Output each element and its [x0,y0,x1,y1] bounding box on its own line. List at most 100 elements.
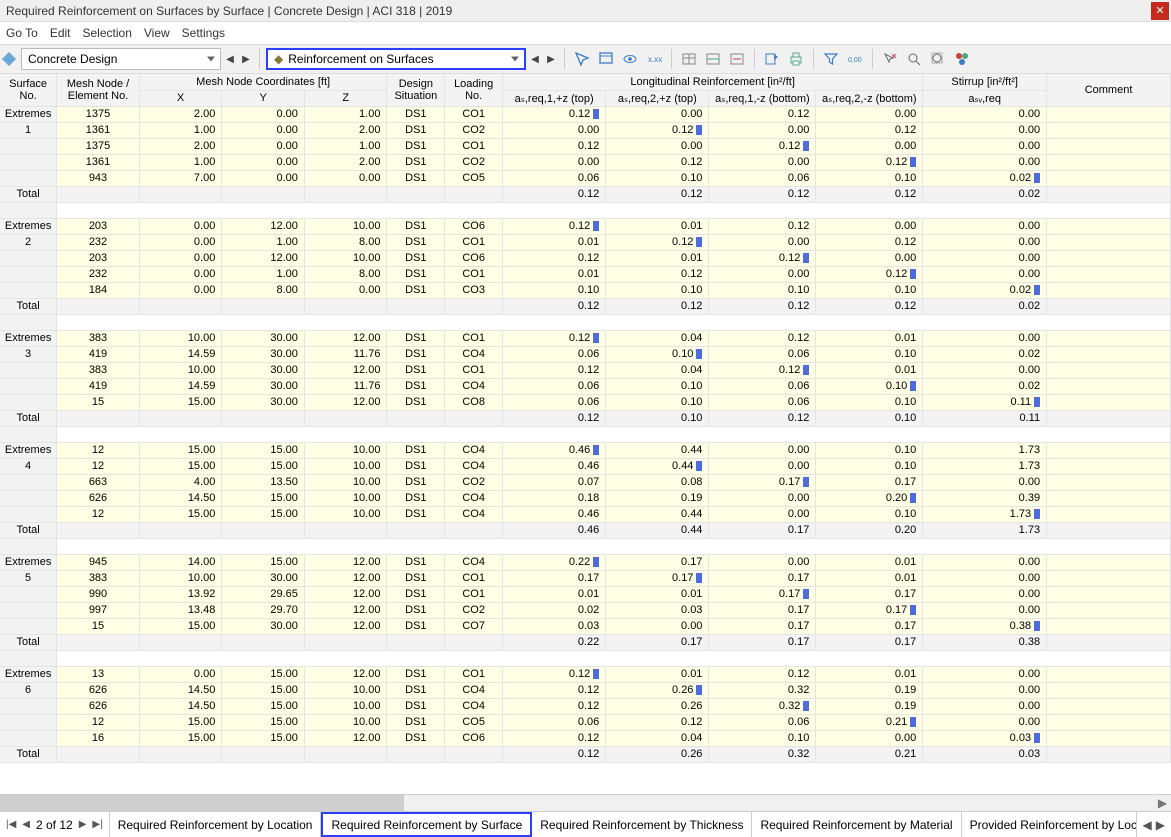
cell[interactable]: 1.73 [923,442,1047,458]
cell[interactable]: 0.32 [709,746,816,762]
row-header[interactable]: 5 [0,570,57,586]
cell[interactable]: 0.12 [709,138,816,154]
cell[interactable]: 0.20 [816,522,923,538]
cell[interactable]: CO2 [445,474,503,490]
cell[interactable]: 990 [57,586,140,602]
cell[interactable]: 15.00 [222,730,305,746]
cell[interactable]: 419 [57,346,140,362]
cell[interactable]: 0.11 [923,394,1047,410]
cell[interactable]: 15 [57,394,140,410]
cell[interactable]: 0.21 [816,714,923,730]
cell[interactable]: 0.00 [923,586,1047,602]
cell[interactable]: DS1 [387,138,445,154]
cell[interactable]: 626 [57,698,140,714]
cell[interactable]: 0.12 [606,186,709,202]
cell[interactable] [1047,250,1171,266]
footer-tab[interactable]: Required Reinforcement by Thickness [532,812,752,837]
main-category-dropdown[interactable]: Concrete Design [21,48,221,70]
cell[interactable]: CO1 [445,138,503,154]
pager-next[interactable]: ▶ [79,819,87,830]
cell[interactable]: 0.02 [923,378,1047,394]
cell[interactable]: 0.00 [222,106,305,122]
cell[interactable]: 0.00 [606,618,709,634]
cell[interactable]: 0.00 [816,218,923,234]
cell[interactable]: 0.00 [923,474,1047,490]
cell[interactable]: 0.17 [709,570,816,586]
decimal-icon[interactable]: x.xx [643,48,665,70]
cell[interactable]: 0.00 [709,554,816,570]
cell[interactable]: 232 [57,234,140,250]
cell[interactable]: 0.06 [709,378,816,394]
cell[interactable] [1047,394,1171,410]
row-header[interactable]: 4 [0,458,57,474]
col-a4[interactable]: aₛ,req,2,-z (bottom) [816,90,923,106]
cell[interactable]: CO3 [445,282,503,298]
cell[interactable]: 1.00 [139,154,222,170]
cell[interactable]: 0.12 [606,234,709,250]
cell[interactable]: 1375 [57,138,140,154]
footer-tab[interactable]: Required Reinforcement by Surface [321,812,532,837]
row-header[interactable]: 1 [0,122,57,138]
cell[interactable]: 0.10 [606,394,709,410]
zoom-icon[interactable] [903,48,925,70]
cell[interactable]: 0.10 [816,506,923,522]
cell[interactable]: CO6 [445,250,503,266]
cell[interactable]: 0.17 [709,522,816,538]
row-header[interactable]: 2 [0,234,57,250]
cell[interactable]: DS1 [387,586,445,602]
row-header[interactable] [0,490,57,506]
col-coords[interactable]: Mesh Node Coordinates [ft] [139,74,387,90]
cell[interactable]: 203 [57,218,140,234]
cell[interactable]: 0.17 [816,618,923,634]
cell[interactable]: 0.03 [503,618,606,634]
col-asw[interactable]: aₛᵥ,req [923,90,1047,106]
cell[interactable]: 626 [57,682,140,698]
cell[interactable]: 8.00 [304,266,387,282]
cell[interactable]: 0.06 [503,378,606,394]
cell[interactable] [1047,602,1171,618]
cell[interactable]: 10.00 [304,458,387,474]
cell[interactable]: 2.00 [139,106,222,122]
cell[interactable]: DS1 [387,378,445,394]
cell[interactable]: 0.00 [139,218,222,234]
filter-icon[interactable] [820,48,842,70]
tab-scroll-left[interactable]: ◀ [1143,818,1152,832]
cell[interactable]: 10.00 [304,474,387,490]
cell[interactable]: 0.10 [606,170,709,186]
cell[interactable]: 0.12 [606,154,709,170]
cell[interactable]: 0.06 [709,170,816,186]
cell[interactable]: 15 [57,618,140,634]
cell[interactable]: 0.17 [503,570,606,586]
menu-goto[interactable]: Go To [6,26,38,40]
cell[interactable]: DS1 [387,682,445,698]
cell[interactable]: 14.50 [139,682,222,698]
col-y[interactable]: Y [222,90,305,106]
cell[interactable]: 0.02 [503,602,606,618]
cell[interactable]: 0.02 [923,170,1047,186]
cell[interactable]: 0.01 [503,586,606,602]
cell[interactable]: 0.17 [709,618,816,634]
cell[interactable]: 15.00 [222,458,305,474]
cell[interactable]: 0.17 [606,554,709,570]
cell[interactable]: 12.00 [304,666,387,682]
cell[interactable]: 383 [57,362,140,378]
cell[interactable]: 1.00 [222,234,305,250]
cell[interactable]: 0.17 [709,602,816,618]
col-x[interactable]: X [139,90,222,106]
cell[interactable]: 0.12 [503,746,606,762]
cell[interactable] [1047,714,1171,730]
cell[interactable]: 15.00 [222,442,305,458]
cell[interactable] [1047,586,1171,602]
row-header[interactable]: Extremes [0,666,57,682]
cell[interactable]: 0.44 [606,506,709,522]
cell[interactable]: 0.46 [503,506,606,522]
cell[interactable]: 0.10 [606,346,709,362]
cell[interactable]: DS1 [387,170,445,186]
cell[interactable]: 184 [57,282,140,298]
cell[interactable]: DS1 [387,218,445,234]
cell[interactable]: 1.73 [923,458,1047,474]
insert-row-icon[interactable] [702,48,724,70]
cell[interactable]: 0.00 [923,154,1047,170]
cell[interactable]: 0.12 [503,682,606,698]
cell[interactable]: CO1 [445,362,503,378]
